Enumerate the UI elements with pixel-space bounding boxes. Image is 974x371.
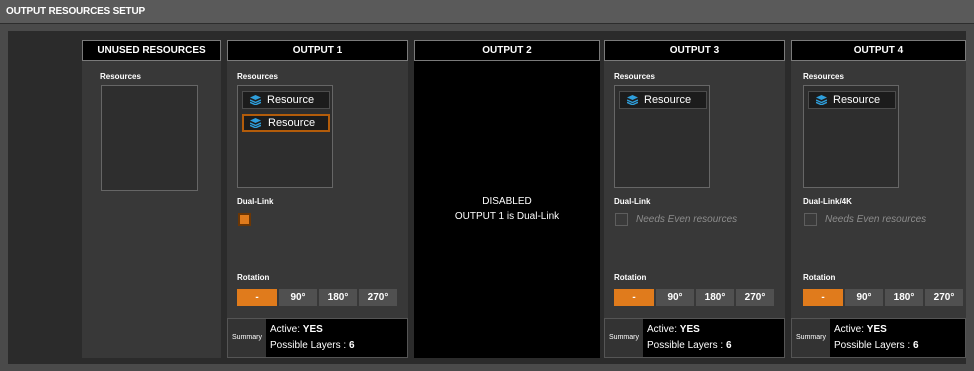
summary-label: Summary <box>792 319 830 357</box>
active-status: Active: YES <box>834 324 887 335</box>
rotation-label: Rotation <box>803 273 836 282</box>
possible-layers: Possible Layers : 6 <box>834 340 919 351</box>
rotation-selector: - 90° 180° 270° <box>803 289 963 306</box>
layers-label: Possible Layers : <box>270 340 347 351</box>
rotation-0-button[interactable]: - <box>803 289 843 306</box>
title-bar: OUTPUT RESOURCES SETUP <box>0 0 974 24</box>
output-3-summary: Summary Active: YES Possible Layers : 6 <box>604 318 785 358</box>
duallink-note: Needs Even resources <box>825 214 927 225</box>
main-panel: UNUSED RESOURCES Resources OUTPUT 1 Reso… <box>8 31 966 364</box>
output-3-header: OUTPUT 3 <box>604 40 785 61</box>
output-1-resource-list[interactable]: Resource Resource <box>237 85 333 188</box>
rotation-270-button[interactable]: 270° <box>736 289 774 306</box>
output-1-column: OUTPUT 1 Resources Resource Resource Dua… <box>227 40 408 358</box>
layers-value: 6 <box>725 340 732 351</box>
duallink-label: Dual-Link <box>614 197 651 206</box>
output-3-column: OUTPUT 3 Resources Resource Dual-Link Ne… <box>604 40 785 358</box>
unused-resources-list[interactable] <box>101 85 198 191</box>
layers-label: Possible Layers : <box>647 340 724 351</box>
resource-label: Resource <box>833 94 881 106</box>
duallink-note: Needs Even resources <box>636 214 738 225</box>
active-value: YES <box>302 324 323 335</box>
active-status: Active: YES <box>270 324 323 335</box>
summary-label: Summary <box>605 319 643 357</box>
rotation-270-button[interactable]: 270° <box>925 289 963 306</box>
layers-value: 6 <box>348 340 355 351</box>
output-1-summary: Summary Active: YES Possible Layers : 6 <box>227 318 408 358</box>
resources-label: Resources <box>237 72 278 81</box>
rotation-0-button[interactable]: - <box>614 289 654 306</box>
layers-value: 6 <box>912 340 919 351</box>
rotation-90-button[interactable]: 90° <box>656 289 694 306</box>
layers-icon <box>627 95 638 105</box>
output-4-column: OUTPUT 4 Resources Resource Dual-Link/4K… <box>791 40 966 358</box>
active-value: YES <box>679 324 700 335</box>
resource-label: Resource <box>268 117 316 129</box>
resource-label: Resource <box>644 94 692 106</box>
output-4-header: OUTPUT 4 <box>791 40 966 61</box>
layers-icon <box>250 118 261 128</box>
output-4-summary: Summary Active: YES Possible Layers : 6 <box>791 318 966 358</box>
possible-layers: Possible Layers : 6 <box>270 340 355 351</box>
resource-label: Resource <box>267 94 315 106</box>
rotation-180-button[interactable]: 180° <box>319 289 357 306</box>
duallink-label: Dual-Link/4K <box>803 197 852 206</box>
rotation-selector: - 90° 180° 270° <box>614 289 774 306</box>
rotation-label: Rotation <box>614 273 647 282</box>
summary-label: Summary <box>228 319 266 357</box>
duallink-checkbox[interactable] <box>615 213 628 226</box>
output-3-resource-list[interactable]: Resource <box>614 85 710 188</box>
layers-label: Possible Layers : <box>834 340 911 351</box>
layers-icon <box>250 95 261 105</box>
output-1-header: OUTPUT 1 <box>227 40 408 61</box>
unused-resources-column: UNUSED RESOURCES Resources <box>82 40 221 358</box>
resources-label: Resources <box>803 72 844 81</box>
resources-label: Resources <box>100 72 141 81</box>
output-2-column: OUTPUT 2 DISABLED OUTPUT 1 is Dual-Link <box>414 40 600 358</box>
output-2-header: OUTPUT 2 <box>414 40 600 61</box>
rotation-0-button[interactable]: - <box>237 289 277 306</box>
active-label: Active: <box>270 324 301 335</box>
rotation-90-button[interactable]: 90° <box>279 289 317 306</box>
active-label: Active: <box>834 324 865 335</box>
rotation-180-button[interactable]: 180° <box>885 289 923 306</box>
layers-icon <box>816 95 827 105</box>
rotation-270-button[interactable]: 270° <box>359 289 397 306</box>
resources-label: Resources <box>614 72 655 81</box>
possible-layers: Possible Layers : 6 <box>647 340 732 351</box>
window-title: OUTPUT RESOURCES SETUP <box>6 6 145 17</box>
disabled-status: DISABLED <box>482 196 532 207</box>
disabled-reason: OUTPUT 1 is Dual-Link <box>454 211 560 222</box>
active-status: Active: YES <box>647 324 700 335</box>
rotation-label: Rotation <box>237 273 270 282</box>
unused-resources-header: UNUSED RESOURCES <box>82 40 221 61</box>
rotation-180-button[interactable]: 180° <box>696 289 734 306</box>
resource-item[interactable]: Resource <box>242 91 330 109</box>
active-value: YES <box>866 324 887 335</box>
duallink-checkbox[interactable] <box>238 213 251 226</box>
output-4-resource-list[interactable]: Resource <box>803 85 899 188</box>
active-label: Active: <box>647 324 678 335</box>
duallink-checkbox[interactable] <box>804 213 817 226</box>
resource-item[interactable]: Resource <box>808 91 896 109</box>
resource-item-selected[interactable]: Resource <box>242 114 330 132</box>
rotation-selector: - 90° 180° 270° <box>237 289 397 306</box>
duallink-label: Dual-Link <box>237 197 274 206</box>
rotation-90-button[interactable]: 90° <box>845 289 883 306</box>
resource-item[interactable]: Resource <box>619 91 707 109</box>
